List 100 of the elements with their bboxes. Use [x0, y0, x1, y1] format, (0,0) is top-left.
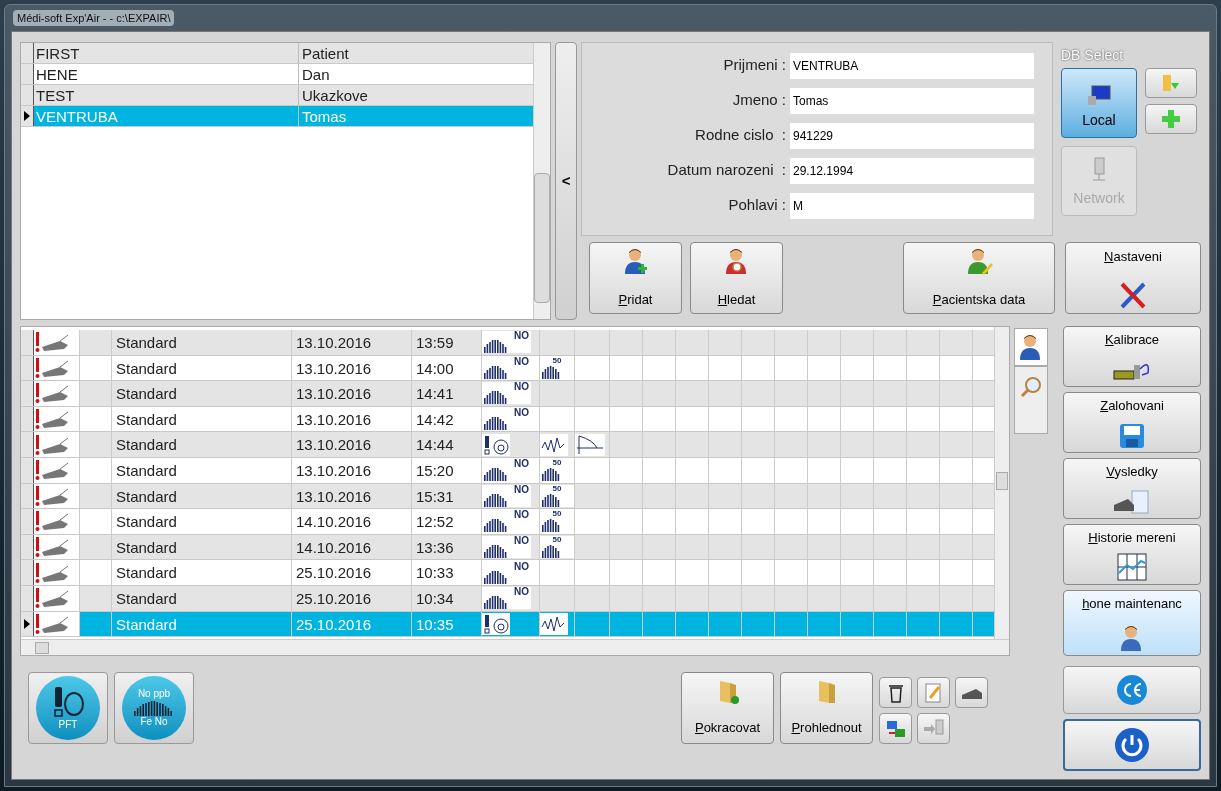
measurement-row[interactable]: Standard 13.10.2016 13:59 NO — [21, 330, 994, 356]
chart-icon — [1117, 553, 1147, 581]
patient-action-button[interactable]: Pridat — [589, 242, 682, 314]
feno-result-icon: NO — [482, 331, 531, 354]
feno-result-icon: NO — [482, 356, 531, 379]
spirometry-icon — [482, 612, 510, 635]
measurement-row[interactable]: Standard 13.10.2016 15:20 NO 50 — [21, 457, 994, 484]
field-label: Jmeno : — [731, 90, 786, 111]
side-menu-button[interactable]: Zalohovani — [1063, 392, 1201, 453]
trash-icon — [887, 682, 904, 703]
measurement-row[interactable]: Standard 13.10.2016 15:31 NO 50 — [21, 483, 994, 510]
date-cell: 13.10.2016 — [292, 406, 412, 432]
type-cell: Standard — [112, 585, 292, 611]
side-menu-button[interactable]: Kalibrace — [1063, 326, 1201, 387]
date-cell: 13.10.2016 — [292, 432, 412, 457]
feno-result-icon: NO — [482, 459, 531, 482]
type-cell: Standard — [112, 457, 292, 483]
row-header[interactable] — [21, 106, 34, 126]
person-icon — [965, 247, 993, 275]
scrollbar[interactable] — [994, 327, 1009, 639]
measurement-row[interactable]: Standard 14.10.2016 13:36 NO 50 — [21, 534, 994, 561]
date-cell: 13.10.2016 — [292, 381, 412, 406]
text-field[interactable]: Tomas — [790, 87, 1034, 114]
collapse-button[interactable]: < — [555, 42, 577, 320]
ce-mark-icon — [1116, 674, 1148, 706]
text-field[interactable]: M — [790, 192, 1034, 219]
side-menu-button[interactable]: hone maintenanc — [1063, 590, 1201, 656]
feno-result-icon: NO — [482, 561, 531, 584]
side-menu-button[interactable]: Nastaveni — [1065, 242, 1201, 314]
type-cell: Standard — [112, 330, 292, 355]
waveform-icon — [540, 433, 568, 456]
date-cell: 25.10.2016 — [292, 611, 412, 637]
flow-result-icon: 50 — [540, 536, 574, 559]
power-icon — [1114, 727, 1150, 763]
type-cell: Standard — [112, 483, 292, 509]
feno-result-icon: NO — [482, 536, 531, 559]
measurement-row[interactable]: Standard 13.10.2016 14:42 NO — [21, 406, 994, 433]
row-header[interactable] — [21, 611, 34, 637]
patient-row[interactable]: TEST Ukazkove — [21, 85, 534, 106]
patient-row[interactable]: FIRST Patient — [21, 43, 534, 64]
surname-cell: VENTRUBA — [34, 106, 299, 126]
ce-button[interactable] — [1063, 666, 1201, 714]
scrollbar[interactable] — [533, 43, 551, 319]
measurement-row[interactable]: Standard 13.10.2016 14:41 NO — [21, 381, 994, 407]
window-title: Médi-soft Exp'Air - - c:\EXPAIR\ — [13, 9, 175, 27]
search-tab[interactable] — [1014, 366, 1048, 434]
type-cell: Standard — [112, 611, 292, 637]
search-icon — [1019, 375, 1043, 399]
flow-volume-loop-icon — [575, 433, 605, 456]
surname-cell: TEST — [34, 85, 299, 105]
feno-result-icon: NO — [482, 408, 531, 431]
type-cell: Standard — [112, 406, 292, 432]
server-icon — [1091, 156, 1107, 184]
horizontal-scrollbar[interactable] — [21, 639, 1009, 655]
date-cell: 13.10.2016 — [292, 483, 412, 509]
type-cell: Standard — [112, 432, 292, 457]
measurement-row[interactable]: Standard 13.10.2016 14:00 NO 50 — [21, 355, 994, 382]
text-field[interactable]: VENTRUBA — [790, 52, 1034, 79]
field-label: Prijmeni : — [722, 55, 786, 76]
note-pencil-icon — [924, 682, 943, 703]
test-label: Fe No — [140, 716, 168, 729]
add-button[interactable] — [1145, 104, 1197, 134]
date-cell: 14.10.2016 — [292, 509, 412, 534]
spirometry-icon — [482, 433, 510, 456]
folder-button[interactable] — [1145, 68, 1197, 98]
folder-arrow-icon — [1161, 73, 1181, 93]
export-button[interactable] — [917, 713, 950, 744]
row-pointer-icon — [24, 111, 30, 121]
side-menu-button[interactable]: Historie mereni — [1063, 524, 1201, 585]
measurement-row[interactable]: Standard 14.10.2016 12:52 NO 50 — [21, 509, 994, 535]
measurement-row[interactable]: Standard 25.10.2016 10:33 NO — [21, 560, 994, 586]
field-label: Datum narozeni : — [666, 160, 786, 181]
patient-action-button[interactable]: Hledat — [690, 242, 783, 314]
edit-button[interactable] — [917, 677, 950, 708]
action-button[interactable]: Prohlednout — [780, 672, 873, 744]
transfer-button[interactable] — [879, 713, 912, 744]
patient-tab[interactable] — [1014, 328, 1048, 366]
date-cell: 13.10.2016 — [292, 457, 412, 483]
test-label: No ppb — [137, 687, 171, 700]
date-cell: 25.10.2016 — [292, 585, 412, 611]
side-menu-button[interactable]: Vysledky — [1063, 458, 1201, 519]
field-label: Rodne cislo : — [694, 125, 786, 146]
delete-button[interactable] — [879, 677, 912, 708]
power-button[interactable] — [1063, 719, 1201, 771]
measurement-row[interactable]: Standard 25.10.2016 10:34 NO — [21, 585, 994, 612]
measurement-row[interactable]: Standard 13.10.2016 14:44 — [21, 432, 994, 458]
first-name-cell-text: Ukazkove — [301, 86, 369, 105]
transfer-icon — [884, 718, 907, 739]
text-field[interactable]: 941229 — [790, 122, 1034, 149]
test-label: PFT — [58, 718, 78, 732]
feno-result-icon: NO — [482, 510, 531, 533]
feno-result-icon: NO — [482, 484, 531, 507]
database-source-button[interactable]: Local — [1061, 68, 1137, 138]
print-button[interactable] — [955, 677, 988, 708]
type-cell: Standard — [112, 534, 292, 560]
text-field[interactable]: 29.12.1994 — [790, 157, 1034, 184]
bar-graph-icon — [134, 700, 174, 716]
patient-action-button[interactable]: Pacientska data — [903, 242, 1055, 314]
patient-row[interactable]: HENE Dan — [21, 64, 534, 85]
action-button[interactable]: Pokracovat — [681, 672, 774, 744]
